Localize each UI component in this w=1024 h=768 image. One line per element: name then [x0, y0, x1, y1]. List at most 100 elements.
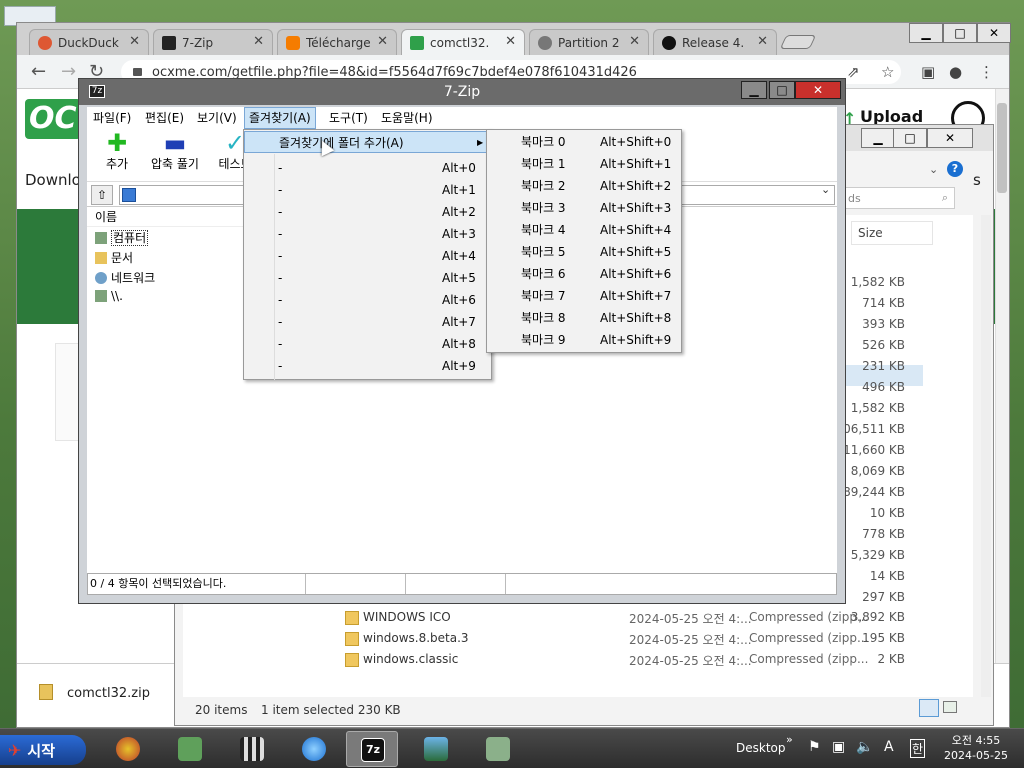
site-logo[interactable]: OC	[25, 99, 81, 139]
sidebar-icon[interactable]: ▣	[921, 63, 935, 81]
menu-view[interactable]: 보기(V)	[193, 107, 241, 129]
bookmark-item[interactable]: 북마크 4 Alt+Shift+4	[487, 219, 681, 241]
taskbar-app-globe[interactable]	[288, 731, 340, 767]
taskbar-clock[interactable]: 오전 4:55 2024-05-25	[944, 733, 1008, 763]
favorite-slot-item[interactable]: - Alt+9	[244, 355, 491, 377]
profile-icon[interactable]: ●	[949, 63, 962, 81]
tab-close-icon[interactable]: ✕	[505, 34, 516, 49]
favorite-slot-item[interactable]: - Alt+2	[244, 201, 491, 223]
new-tab-button[interactable]	[779, 35, 817, 49]
network-tray-icon[interactable]: ▣	[832, 739, 845, 755]
taskbar-app-7zip[interactable]: 7z	[346, 731, 398, 767]
bookmark-item[interactable]: 북마크 5 Alt+Shift+5	[487, 241, 681, 263]
favorite-slot-item[interactable]: - Alt+4	[244, 245, 491, 267]
favorite-slot-item[interactable]: - Alt+3	[244, 223, 491, 245]
tree-item-documents[interactable]: 문서	[95, 249, 133, 266]
taskbar-app-media[interactable]	[226, 731, 278, 767]
extract-button[interactable]: ▬ 압축 풀기	[143, 131, 207, 172]
7zip-close-button[interactable]: ✕	[795, 81, 841, 99]
menu-file[interactable]: 파일(F)	[89, 107, 135, 129]
tab-strip: DuckDuck ✕ 7-Zip ✕ Télécharge ✕ comctl32…	[17, 23, 1011, 55]
bookmark-item[interactable]: 북마크 7 Alt+Shift+7	[487, 285, 681, 307]
bookmark-item[interactable]: 북마크 6 Alt+Shift+6	[487, 263, 681, 285]
desktop-toolbar-label[interactable]: Desktop	[736, 741, 786, 755]
favorite-slot-item[interactable]: - Alt+7	[244, 311, 491, 333]
menu-help[interactable]: 도움말(H)	[377, 107, 437, 129]
details-view-icon[interactable]	[919, 699, 939, 717]
7zip-maximize-button[interactable]: □	[769, 81, 795, 99]
tree-item-network[interactable]: 네트워크	[95, 269, 155, 286]
explorer-maximize-button[interactable]: □	[893, 128, 927, 148]
path-dropdown-icon[interactable]: ⌄	[821, 183, 830, 196]
7zip-minimize-button[interactable]: ▁	[741, 81, 767, 99]
tab-close-icon[interactable]: ✕	[629, 34, 640, 49]
tab-close-icon[interactable]: ✕	[129, 34, 140, 49]
tab-close-icon[interactable]: ✕	[757, 34, 768, 49]
volume-muted-tray-icon[interactable]: 🔈	[856, 739, 873, 755]
bookmark-star-icon[interactable]: ☆	[881, 63, 894, 81]
favorite-slot-item[interactable]: - Alt+1	[244, 179, 491, 201]
bookmark-item[interactable]: 북마크 1 Alt+Shift+1	[487, 153, 681, 175]
close-button[interactable]: ✕	[977, 23, 1011, 43]
tab-partition[interactable]: Partition 2 ✕	[529, 29, 649, 55]
status-segment	[406, 574, 506, 594]
ime-mode-indicator[interactable]: A	[884, 739, 894, 755]
large-icons-view-icon[interactable]	[943, 701, 957, 713]
explorer-scrollbar[interactable]	[981, 215, 991, 697]
folder-up-icon[interactable]: ⇧	[91, 185, 113, 205]
ime-language-indicator[interactable]: 한	[910, 739, 926, 758]
minimize-button[interactable]: ▁	[909, 23, 943, 43]
expand-ribbon-icon[interactable]: ⌄	[929, 163, 938, 176]
favorite-slot-item[interactable]: - Alt+8	[244, 333, 491, 355]
download-item[interactable]	[39, 684, 53, 700]
start-button[interactable]: ✈ 시작	[0, 735, 86, 765]
back-icon[interactable]: ←	[31, 61, 46, 82]
taskbar-app-browser[interactable]	[102, 731, 154, 767]
help-icon[interactable]: ?	[947, 161, 963, 177]
share-icon[interactable]: ⇗	[847, 63, 860, 81]
file-row[interactable]: windows.classic 2024-05-25 오전 4:... Comp…	[183, 649, 973, 670]
tab-7zip[interactable]: 7-Zip ✕	[153, 29, 273, 55]
toolbar-expand-icon[interactable]: »	[786, 733, 793, 746]
tab-close-icon[interactable]: ✕	[377, 34, 388, 49]
tab-comctl32[interactable]: comctl32. ✕	[401, 29, 525, 55]
maximize-button[interactable]: □	[943, 23, 977, 43]
forward-icon[interactable]: →	[61, 61, 76, 82]
bookmark-item[interactable]: 북마크 9 Alt+Shift+9	[487, 329, 681, 351]
tree-item-computer[interactable]: 컴퓨터	[95, 229, 149, 246]
add-button[interactable]: ✚ 추가	[87, 131, 147, 172]
favorite-slot-item[interactable]: - Alt+6	[244, 289, 491, 311]
size-column-header[interactable]: Size	[851, 221, 933, 245]
menu-tools[interactable]: 도구(T)	[325, 107, 372, 129]
tab-release[interactable]: Release 4. ✕	[653, 29, 777, 55]
tab-telecharger[interactable]: Télécharge ✕	[277, 29, 397, 55]
tree-item-device-path[interactable]: \\.	[95, 289, 123, 303]
name-column-header[interactable]: 이름	[87, 207, 247, 227]
menu-edit[interactable]: 편집(E)	[141, 107, 188, 129]
tab-duckduckgo[interactable]: DuckDuck ✕	[29, 29, 149, 55]
menu-icon[interactable]: ⋮	[979, 63, 994, 81]
download-nav-link[interactable]: Downlo	[25, 171, 81, 189]
flag-tray-icon[interactable]: ⚑	[808, 739, 821, 755]
explorer-close-button[interactable]: ✕	[927, 128, 973, 148]
bookmark-item[interactable]: 북마크 3 Alt+Shift+3	[487, 197, 681, 219]
file-row[interactable]: windows.8.beta.3 2024-05-25 오전 4:... Com…	[183, 628, 973, 649]
bookmark-item[interactable]: 북마크 2 Alt+Shift+2	[487, 175, 681, 197]
explorer-search-input[interactable]: ds ⌕	[843, 187, 955, 209]
explorer-minimize-button[interactable]: ▁	[861, 128, 895, 148]
download-filename[interactable]: comctl32.zip	[67, 686, 150, 701]
menu-favorites[interactable]: 즐겨찾기(A)	[244, 107, 316, 129]
file-row[interactable]: WINDOWS ICO 2024-05-25 오전 4:... Compress…	[183, 607, 973, 628]
selection-info: 1 item selected 230 KB	[261, 703, 401, 717]
add-folder-to-favorites-item[interactable]: 즐겨찾기에 폴더 추가(A) ▶	[244, 131, 491, 153]
bookmark-item[interactable]: 북마크 8 Alt+Shift+8	[487, 307, 681, 329]
page-scrollbar-thumb[interactable]	[997, 103, 1007, 193]
tab-close-icon[interactable]: ✕	[253, 34, 264, 49]
taskbar-app-map[interactable]	[164, 731, 216, 767]
taskbar-app-settings[interactable]	[472, 731, 524, 767]
bookmark-item[interactable]: 북마크 0 Alt+Shift+0	[487, 131, 681, 153]
favorite-slot-item[interactable]: - Alt+0	[244, 157, 491, 179]
favorite-slot-item[interactable]: - Alt+5	[244, 267, 491, 289]
drive-icon	[95, 290, 107, 302]
taskbar-app-screen[interactable]	[410, 731, 462, 767]
